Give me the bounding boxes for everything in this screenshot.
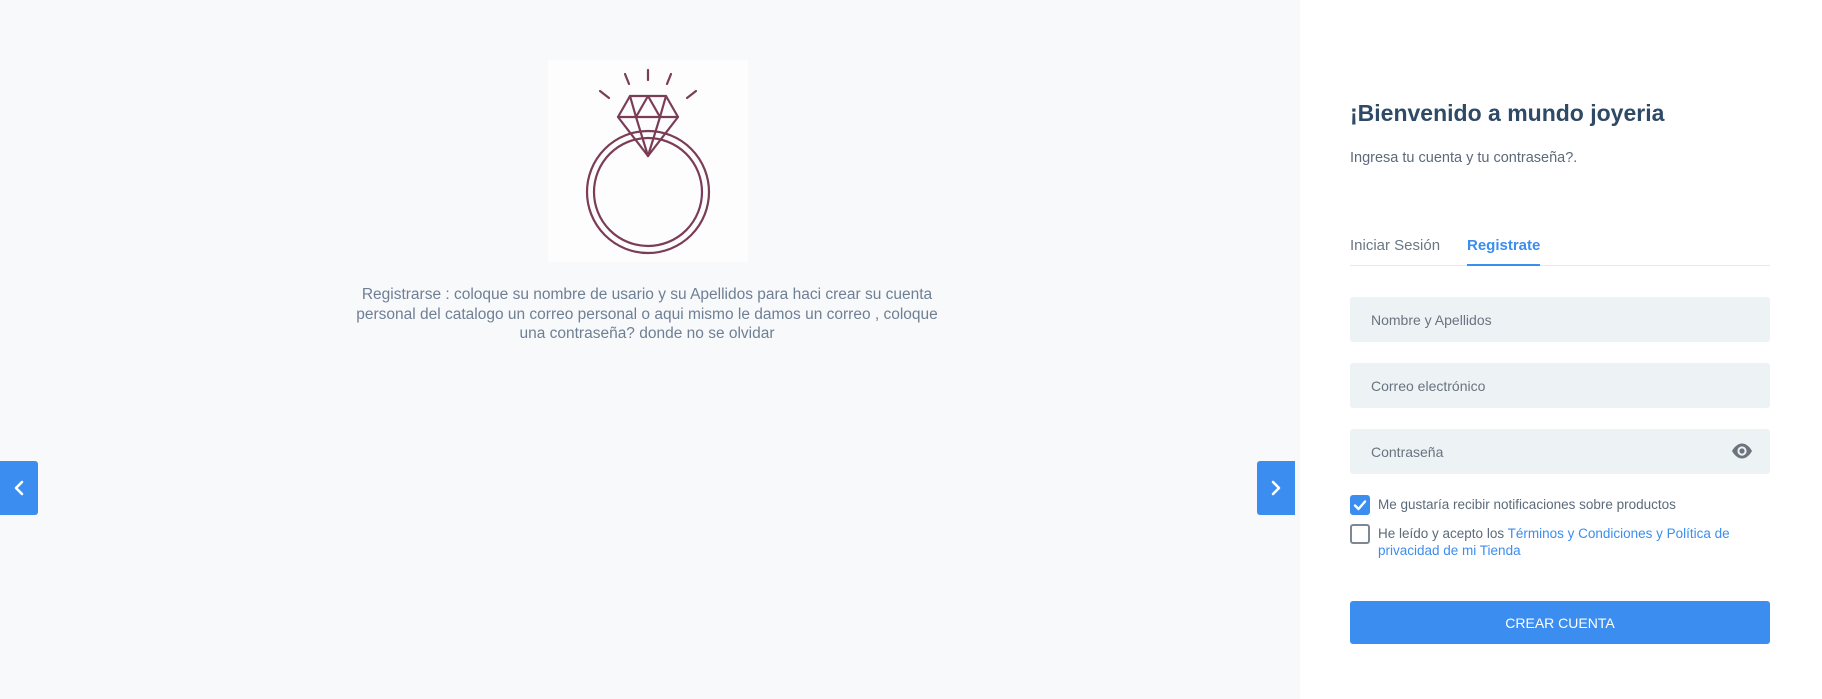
name-field[interactable] <box>1350 297 1770 342</box>
page-subtitle: Ingresa tu cuenta y tu contraseña?. <box>1350 150 1578 166</box>
auth-tabs: Iniciar Sesión Registrate <box>1350 237 1770 266</box>
terms-option: He leído y acepto los Términos y Condici… <box>1350 524 1770 559</box>
chevron-left-icon <box>14 480 24 496</box>
page-title: ¡Bienvenido a mundo joyeria <box>1350 100 1665 126</box>
diamond-ring-icon <box>585 68 711 255</box>
terms-label-prefix: He leído y acepto los <box>1378 526 1508 541</box>
create-account-button[interactable]: CREAR CUENTA <box>1350 601 1770 644</box>
slide-caption: Registrarse : coloque su nombre de usari… <box>356 286 938 342</box>
terms-checkbox[interactable] <box>1350 524 1370 544</box>
password-field-wrapper <box>1350 429 1770 474</box>
notifications-option: Me gustaría recibir notificaciones sobre… <box>1350 495 1770 515</box>
chevron-right-icon <box>1271 480 1281 496</box>
carousel-prev-button[interactable] <box>0 461 38 515</box>
register-page: Registrarse : coloque su nombre de usari… <box>0 0 1822 699</box>
password-field[interactable] <box>1350 429 1770 474</box>
notifications-checkbox[interactable] <box>1350 495 1370 515</box>
tab-register[interactable]: Registrate <box>1467 237 1541 266</box>
info-carousel: Registrarse : coloque su nombre de usari… <box>0 0 1300 699</box>
email-field[interactable] <box>1350 363 1770 408</box>
eye-icon[interactable] <box>1731 442 1753 460</box>
checkmark-icon <box>1353 500 1367 511</box>
carousel-next-button[interactable] <box>1257 461 1295 515</box>
tab-login[interactable]: Iniciar Sesión <box>1350 237 1440 264</box>
name-field-wrapper <box>1350 297 1770 342</box>
email-field-wrapper <box>1350 363 1770 408</box>
notifications-label: Me gustaría recibir notificaciones sobre… <box>1378 497 1676 512</box>
diamond-ring-image <box>548 60 748 262</box>
terms-label: He leído y acepto los Términos y Condici… <box>1378 524 1770 559</box>
auth-panel: ¡Bienvenido a mundo joyeria Ingresa tu c… <box>1300 0 1822 699</box>
